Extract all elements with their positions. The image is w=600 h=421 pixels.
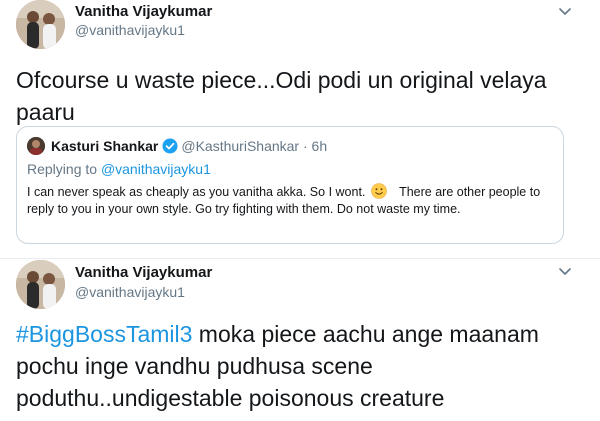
quoted-tweet[interactable]: Kasturi Shankar @KasthuriShankar · 6h Rep… [16, 126, 564, 244]
tweet-text-part: moka piece aachu ange maanam [192, 321, 539, 347]
avatar[interactable] [16, 0, 65, 49]
quoted-avatar [27, 137, 45, 155]
quoted-author-handle[interactable]: @KasthuriShankar [181, 138, 299, 154]
replying-to: Replying to @vanithavijayku1 [27, 161, 211, 177]
tweet-text-line: paaru [16, 99, 75, 125]
quoted-text-part: I can never speak as cheaply as you vani… [27, 185, 366, 199]
tweet-text-line: Ofcourse u waste piece...Odi podi un ori… [16, 67, 547, 93]
slightly-smiling-face-icon [371, 183, 387, 199]
avatar[interactable] [16, 260, 65, 309]
replying-to-label: Replying to [27, 161, 98, 177]
timestamp[interactable]: 6h [312, 138, 328, 154]
author-name[interactable]: Vanitha Vijaykumar [75, 3, 212, 20]
tweet-text: Ofcourse u waste piece...Odi podi un ori… [16, 64, 576, 128]
tweet[interactable]: Vanitha Vijaykumar @vanithavijayku1 Ofco… [0, 0, 600, 258]
replying-to-handle[interactable]: @vanithavijayku1 [101, 161, 211, 177]
quoted-tweet-text: I can never speak as cheaply as you vani… [27, 183, 555, 218]
tweet-text: #BiggBossTamil3 moka piece aachu ange ma… [16, 318, 576, 414]
tweet[interactable]: Vanitha Vijaykumar @vanithavijayku1 #Big… [0, 258, 600, 421]
tweet-text-line: poduthu..undigestable poisonous creature [16, 385, 445, 411]
author-handle[interactable]: @vanithavijayku1 [75, 22, 185, 38]
author-handle[interactable]: @vanithavijayku1 [75, 284, 185, 300]
chevron-down-icon[interactable] [556, 262, 574, 280]
tweet-text-line: #BiggBossTamil3 moka piece aachu ange ma… [16, 318, 576, 350]
quoted-author-name[interactable]: Kasturi Shankar [51, 138, 158, 154]
chevron-down-icon[interactable] [556, 2, 574, 20]
quoted-header: Kasturi Shankar @KasthuriShankar · 6h [51, 138, 327, 154]
hashtag-link[interactable]: #BiggBossTamil3 [16, 321, 192, 347]
separator-dot: · [302, 138, 308, 154]
author-name[interactable]: Vanitha Vijaykumar [75, 264, 212, 281]
verified-badge-icon [162, 138, 178, 154]
tweet-text-line: pochu inge vandhu pudhusa scene [16, 353, 373, 379]
